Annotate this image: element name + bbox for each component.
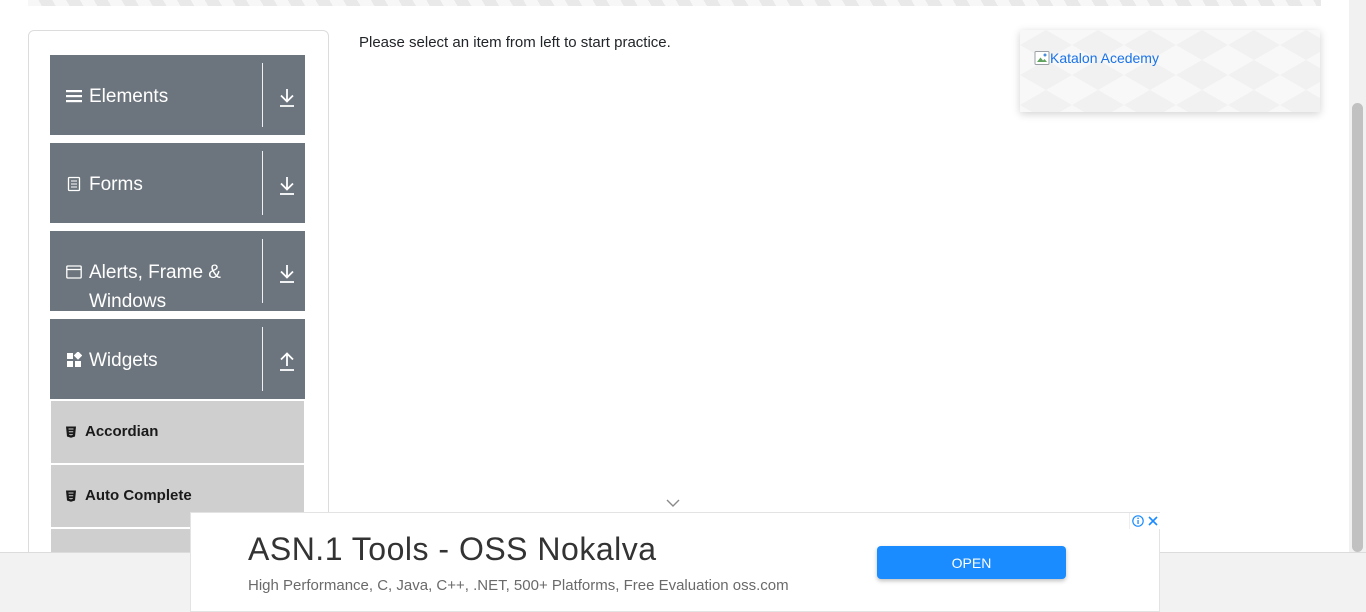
sidebar-item-label: Accordian [85,423,159,440]
katalon-ad-alt-text: Katalon Acedemy [1050,50,1159,66]
download-arrow-icon[interactable] [277,262,297,284]
left-panel: Elements Forms Alerts, Frame & Windows W… [28,30,329,590]
widgets-grid-icon [67,352,82,367]
broken-image-icon [1034,51,1050,65]
group-title-forms: Forms [89,174,143,195]
download-arrow-icon[interactable] [277,86,297,108]
group-header-forms[interactable]: Forms [50,143,305,223]
html5-icon [66,426,76,438]
hamburger-icon [66,90,82,103]
group-header-elements[interactable]: Elements [50,55,305,135]
katalon-ad-image[interactable]: Katalon Acedemy [1034,50,1159,66]
sidebar-item-label: Auto Complete [85,487,192,504]
window-icon [66,265,82,279]
divider [262,151,263,215]
divider [262,327,263,391]
download-arrow-icon[interactable] [277,174,297,196]
ad-choices[interactable] [1129,513,1160,529]
intro-text: Please select an item from left to start… [359,34,671,51]
group-title-elements: Elements [89,86,169,107]
ad-title[interactable]: ASN.1 Tools - OSS Nokalva [248,531,657,568]
divider [262,239,263,303]
sidebar-item-accordian[interactable]: Accordian [51,401,304,463]
bottom-ad[interactable]: ASN.1 Tools - OSS Nokalva High Performan… [190,512,1160,612]
chevron-down-icon[interactable] [666,498,680,508]
scrollbar-thumb[interactable] [1352,103,1363,552]
divider [262,63,263,127]
close-icon[interactable] [1145,513,1160,529]
close-icon-glyph [1147,516,1158,526]
info-icon-glyph [1131,515,1144,527]
html5-icon [66,490,76,502]
ad-description[interactable]: High Performance, C, Java, C++, .NET, 50… [248,577,789,594]
katalon-ad[interactable]: Katalon Acedemy [1020,30,1320,112]
document-icon [67,176,81,192]
group-header-widgets[interactable]: Widgets [50,319,305,399]
top-banner [28,0,1321,6]
upload-arrow-icon[interactable] [277,350,297,372]
group-header-alerts-frame-windows[interactable]: Alerts, Frame & Windows [50,231,305,312]
group-title-alerts-frame-windows: Alerts, Frame & Windows [89,262,221,312]
open-button[interactable]: OPEN [877,546,1066,579]
group-title-widgets: Widgets [89,350,158,371]
info-icon[interactable] [1130,513,1145,529]
